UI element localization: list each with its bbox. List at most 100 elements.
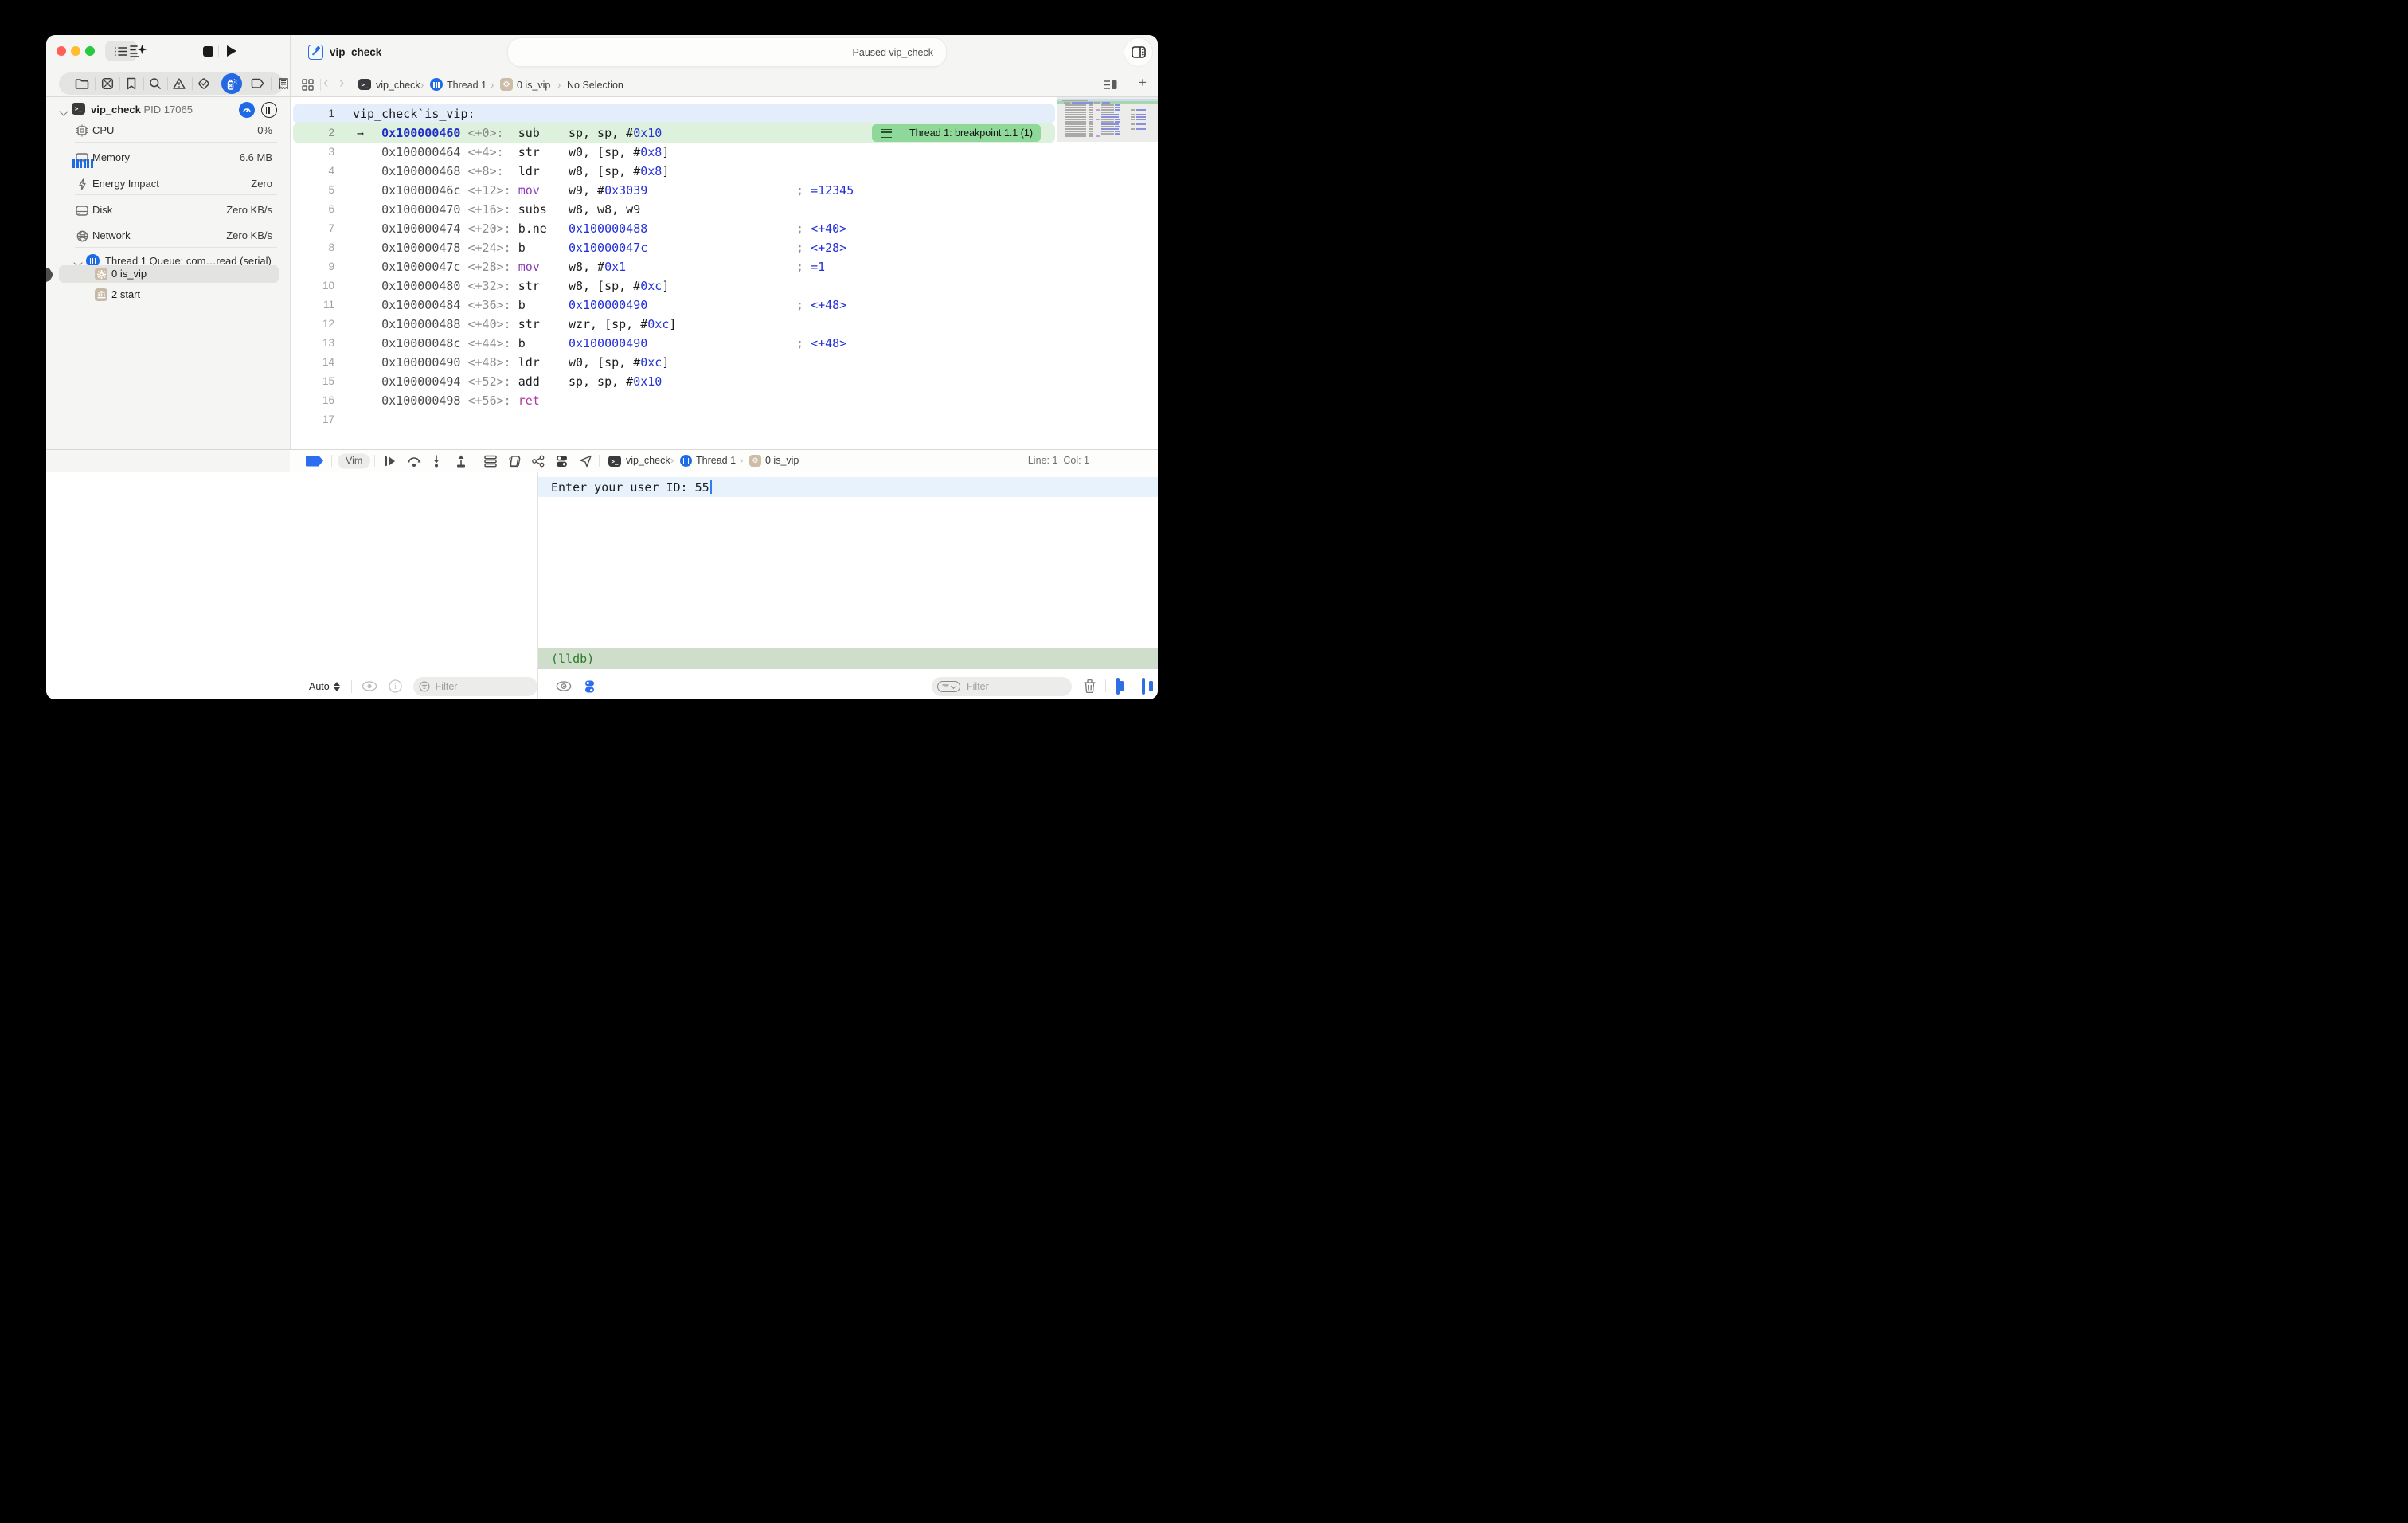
stack-frames-icon[interactable] [484,455,497,467]
line-number[interactable]: 7 [293,219,334,238]
debug-navigator-spray-icon[interactable] [221,73,242,94]
gauge-icon[interactable] [239,102,255,118]
stack-frame-row[interactable]: 2 start [59,286,279,303]
related-items-grid-icon[interactable] [302,79,314,91]
console-eye-icon[interactable] [556,681,572,691]
find-navigator-search-icon[interactable] [150,78,162,90]
line-number[interactable]: 4 [293,162,334,181]
stat-row-cpu[interactable]: CPU 0% [46,123,290,139]
asm-line[interactable]: 4 0x100000468 <+8>: ldr w8, [sp, #0x8] [293,162,1055,181]
asm-line[interactable]: 5 0x10000046c <+12>: mov w9, #0x3039 ; =1… [293,181,1055,200]
line-number[interactable]: 14 [293,353,334,372]
breakpoint-annotation-badge[interactable]: Thread 1: breakpoint 1.1 (1) [872,124,1041,142]
console-filter-input[interactable] [965,679,1048,693]
issue-navigator-warning-icon[interactable] [173,78,186,89]
minimap-line [1101,109,1114,111]
stat-row-network[interactable]: Network Zero KB/s [46,228,290,244]
trash-icon[interactable] [1084,679,1096,693]
console-panel-toggle[interactable] [1142,677,1153,695]
asm-line[interactable]: 12 0x100000488 <+40>: str wzr, [sp, #0xc… [293,315,1055,334]
console-filter-field[interactable] [932,676,1072,696]
minimap[interactable] [1057,97,1158,449]
info-icon[interactable]: i [389,679,402,693]
asm-line[interactable]: 17 [293,410,1055,429]
breakpoint-menu-icon[interactable] [872,124,902,142]
thread-view-mode-icon[interactable] [261,102,277,118]
variables-view[interactable] [46,472,538,699]
step-over-button[interactable] [408,455,421,467]
scope-stepper-icon[interactable] [333,681,340,691]
asm-line[interactable]: 16 0x100000498 <+56>: ret [293,391,1055,410]
step-into-button[interactable] [432,455,441,468]
forward-chevron-icon[interactable]: › [339,75,344,92]
report-navigator-icon[interactable] [279,78,288,90]
asm-line[interactable]: 13 0x10000048c <+44>: b 0x100000490 ; <+4… [293,334,1055,353]
line-number[interactable]: 3 [293,143,334,162]
line-number[interactable]: 13 [293,334,334,353]
line-number[interactable]: 15 [293,372,334,391]
stat-row-disk[interactable]: Disk Zero KB/s [46,202,290,218]
console-overrides-icon[interactable] [584,680,595,693]
stack-frame-row-selected[interactable]: 0 is_vip [59,265,279,283]
asm-line[interactable]: 7 0x100000474 <+20>: b.ne 0x100000488 ; <… [293,219,1055,238]
variables-panel-toggle[interactable] [1116,677,1124,695]
debugbar-crumb-process[interactable]: vip_check [626,455,670,466]
line-number[interactable]: 9 [293,257,334,276]
minimap-line [1136,128,1146,130]
add-editor-plus-icon[interactable]: + [1139,75,1147,91]
step-out-button[interactable] [455,455,467,468]
disclosure-chevron-icon[interactable] [59,105,68,117]
asm-line-current[interactable]: 2 → 0x100000460 <+0>: sub sp, sp, #0x10 Th… [293,123,1055,143]
source-control-icon[interactable] [101,77,114,90]
process-row[interactable]: >_ vip_check PID 17065 [46,102,290,118]
line-number[interactable]: 1 [293,104,334,123]
asm-text: 0x100000480 <+32>: str w8, [sp, #0xc] [381,279,670,293]
asm-line[interactable]: 1 vip_check`is_vip: [293,104,1055,123]
scope-selector[interactable]: Auto [309,681,330,692]
bookmark-navigator-icon[interactable] [127,77,136,90]
variables-filter-input[interactable] [433,679,525,693]
line-number[interactable]: 6 [293,200,334,219]
line-number[interactable]: 5 [293,181,334,200]
project-navigator-folder-icon[interactable] [75,78,89,89]
line-number[interactable]: 12 [293,315,334,334]
asm-line[interactable]: 6 0x100000470 <+16>: subs w8, w8, w9 [293,200,1055,219]
simulate-location-icon[interactable] [580,455,592,467]
asm-line[interactable]: 15 0x100000494 <+52>: add sp, sp, #0x10 [293,372,1055,391]
asm-line[interactable]: 14 0x100000490 <+48>: ldr w0, [sp, #0xc] [293,353,1055,372]
jumpbar-crumb-thread[interactable]: Thread 1 [447,80,487,91]
debugbar-crumb-thread[interactable]: Thread 1 [696,455,736,466]
line-number[interactable]: 16 [293,391,334,410]
continue-button[interactable] [384,456,396,467]
inspector-toggle-button[interactable] [1124,37,1153,67]
jumpbar-crumb-frame[interactable]: 0 is_vip [517,80,550,91]
line-number[interactable]: 8 [293,238,334,257]
watch-eye-icon[interactable] [362,681,377,691]
stat-row-energy[interactable]: Energy Impact Zero [46,176,290,192]
test-navigator-icon[interactable] [197,77,210,90]
breakpoint-navigator-tag-icon[interactable] [251,78,265,89]
asm-line[interactable]: 9 0x10000047c <+28>: mov w8, #0x1 ; =1 [293,257,1055,276]
asm-line[interactable]: 10 0x100000480 <+32>: str w8, [sp, #0xc] [293,276,1055,296]
breakpoints-toggle-button[interactable] [306,455,323,467]
line-number[interactable]: 11 [293,296,334,315]
debugbar-crumb-frame[interactable]: 0 is_vip [765,455,799,466]
editor-tab[interactable]: vip_check [308,43,381,61]
minimap-line [1101,128,1119,130]
view-debugger-layers-icon[interactable] [508,455,521,468]
lldb-prompt-row[interactable]: (lldb) [538,648,1158,669]
jumpbar-crumb-process[interactable]: vip_check [376,80,420,91]
asm-line[interactable]: 11 0x100000484 <+36>: b 0x100000490 ; <+4… [293,296,1055,315]
environment-overrides-icon[interactable] [556,455,568,468]
editor-options-icon[interactable] [1104,80,1117,90]
line-number[interactable]: 17 [293,410,334,429]
minimap-line [1101,126,1114,127]
back-chevron-icon[interactable]: ‹ [323,75,328,92]
memory-graph-icon[interactable] [532,455,545,467]
variables-filter-field[interactable] [412,676,538,696]
asm-line[interactable]: 3 0x100000464 <+4>: str w0, [sp, #0x8] [293,143,1055,162]
asm-line[interactable]: 8 0x100000478 <+24>: b 0x10000047c ; <+28… [293,238,1055,257]
line-number[interactable]: 2 [293,123,334,143]
line-number[interactable]: 10 [293,276,334,296]
jumpbar-crumb-selection[interactable]: No Selection [567,80,624,91]
